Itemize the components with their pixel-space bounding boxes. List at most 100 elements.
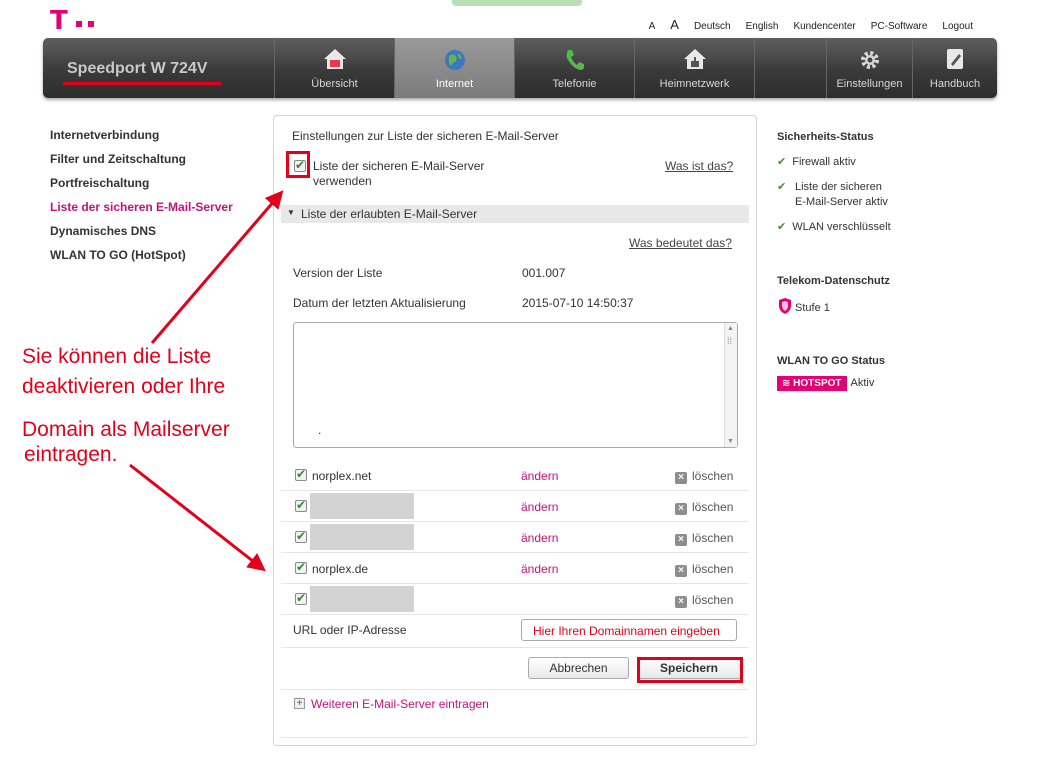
- nav-handbuch[interactable]: Handbuch: [912, 38, 997, 98]
- add-more-servers-link[interactable]: Weiteren E-Mail-Server eintragen: [311, 697, 489, 711]
- pc-software-link[interactable]: PC-Software: [871, 21, 928, 32]
- version-value: 001.007: [522, 266, 566, 280]
- server-list-textarea[interactable]: . ▲ ⁞⁞ ▼: [293, 322, 738, 448]
- nav-heimnetzwerk[interactable]: Heimnetzwerk: [634, 38, 754, 98]
- delete-x-icon: ×: [675, 565, 687, 577]
- date-label: Datum der letzten Aktualisierung: [293, 296, 466, 310]
- sidebar-item-dynamic-dns[interactable]: Dynamisches DNS: [50, 224, 233, 248]
- version-label: Version der Liste: [293, 266, 383, 280]
- sidebar-item-filter[interactable]: Filter und Zeitschaltung: [50, 152, 233, 176]
- sidebar-item-portfreischaltung[interactable]: Portfreischaltung: [50, 176, 233, 200]
- kundencenter-link[interactable]: Kundencenter: [793, 21, 855, 32]
- sidebar-menu: Internetverbindung Filter und Zeitschalt…: [50, 128, 233, 272]
- delete-x-icon: ×: [675, 503, 687, 515]
- edit-link[interactable]: ändern: [521, 531, 558, 545]
- cancel-button[interactable]: Abbrechen: [528, 657, 629, 679]
- server-checkbox[interactable]: [295, 529, 307, 543]
- highlight-box-checkbox: [286, 151, 310, 178]
- hotspot-status-title: WLAN TO GO Status: [777, 355, 885, 367]
- nav-internet[interactable]: Internet: [394, 38, 514, 98]
- divider: [281, 647, 749, 648]
- allowed-servers-section-header[interactable]: ▼ Liste der erlaubten E-Mail-Server: [281, 205, 749, 223]
- delete-x-icon: ×: [675, 596, 687, 608]
- server-row: norplex.de ändern ×löschen: [281, 553, 749, 584]
- server-checkbox[interactable]: [295, 498, 307, 512]
- server-checkbox[interactable]: [295, 467, 307, 481]
- hotspot-badge: ≋ HOTSPOT: [777, 376, 847, 391]
- home-icon: [323, 48, 347, 74]
- server-checkbox[interactable]: [295, 591, 307, 605]
- sidebar-item-safe-mail-servers[interactable]: Liste der sicheren E-Mail-Server: [50, 200, 233, 224]
- gear-icon: [858, 48, 882, 76]
- font-small-link[interactable]: A: [649, 21, 656, 32]
- privacy-title: Telekom-Datenschutz: [777, 275, 890, 287]
- what-is-that-link[interactable]: Was ist das?: [665, 159, 733, 173]
- divider: [281, 689, 749, 690]
- check-icon: ✔: [777, 221, 787, 233]
- highlight-box-save: [637, 657, 743, 683]
- logout-link[interactable]: Logout: [942, 21, 973, 32]
- privacy-level[interactable]: Stufe 1: [777, 297, 830, 315]
- use-list-label: Liste der sicheren E-Mail-Server verwend…: [313, 159, 485, 188]
- hotspot-status: ≋ HOTSPOT Aktiv: [777, 376, 874, 391]
- delete-button[interactable]: × löschen: [675, 531, 733, 546]
- delete-x-icon: ×: [675, 472, 687, 484]
- server-checkbox[interactable]: [295, 560, 307, 574]
- device-name-underline: [63, 82, 221, 85]
- expand-plus-icon[interactable]: +: [294, 698, 305, 709]
- edit-link[interactable]: ändern: [521, 469, 558, 483]
- shield-icon: [779, 298, 791, 314]
- font-large-link[interactable]: A: [670, 17, 679, 32]
- redacted-domain: [310, 586, 414, 612]
- globe-icon: [443, 48, 467, 76]
- home-network-icon: [683, 48, 707, 74]
- status-wlan: ✔ WLAN verschlüsselt: [777, 221, 891, 233]
- book-icon: [945, 48, 965, 74]
- server-row: norplex.net ändern ×löschen: [281, 460, 749, 491]
- sidebar-item-internetverbindung[interactable]: Internetverbindung: [50, 128, 233, 152]
- url-input-value: Hier Ihren Domainnamen eingeben: [533, 624, 720, 638]
- security-status-title: Sicherheits-Status: [777, 131, 874, 143]
- status-safe-list: ✔ Liste der sicheren E-Mail-Server aktiv: [777, 181, 888, 208]
- delete-button[interactable]: × löschen: [675, 593, 733, 608]
- lang-english-link[interactable]: English: [746, 21, 779, 32]
- delete-button[interactable]: × löschen: [675, 562, 733, 577]
- annotation-text-1: Sie können die Liste deaktivieren oder I…: [22, 345, 226, 398]
- server-row: ändern ×löschen: [281, 491, 749, 522]
- edit-link[interactable]: ändern: [521, 500, 558, 514]
- status-firewall: ✔ Firewall aktiv: [777, 156, 856, 168]
- divider: [281, 737, 749, 738]
- textarea-scrollbar[interactable]: ▲ ⁞⁞ ▼: [724, 323, 737, 447]
- what-does-it-mean-link[interactable]: Was bedeutet das?: [629, 236, 732, 250]
- textarea-content: .: [318, 423, 322, 437]
- arrow-to-input: [129, 463, 266, 572]
- check-icon: ✔: [777, 181, 787, 193]
- delete-button[interactable]: × löschen: [675, 500, 733, 515]
- server-row: ändern ×löschen: [281, 522, 749, 553]
- annotation-text-2: Domain als Mailserver eintragen.: [22, 418, 230, 466]
- telekom-logo[interactable]: T: [50, 6, 94, 36]
- sidebar-item-wlan-to-go[interactable]: WLAN TO GO (HotSpot): [50, 248, 233, 272]
- device-name: Speedport W 724V: [67, 60, 208, 77]
- notification-tab: [452, 0, 582, 6]
- main-nav-bar: Speedport W 724V Übersicht Internet Tele…: [43, 38, 997, 98]
- lang-deutsch-link[interactable]: Deutsch: [694, 21, 731, 32]
- nav-empty-slot: [754, 38, 826, 98]
- delete-x-icon: ×: [675, 534, 687, 546]
- date-value: 2015-07-10 14:50:37: [522, 296, 634, 310]
- server-row: ×löschen: [281, 584, 749, 615]
- redacted-domain: [310, 524, 414, 550]
- nav-einstellungen[interactable]: Einstellungen: [826, 38, 912, 98]
- collapse-arrow-icon: ▼: [287, 208, 295, 217]
- check-icon: ✔: [777, 156, 787, 168]
- edit-link[interactable]: ändern: [521, 562, 558, 576]
- url-label: URL oder IP-Adresse: [293, 623, 407, 637]
- url-input[interactable]: Hier Ihren Domainnamen eingeben: [521, 619, 737, 641]
- top-links: A A Deutsch English Kundencenter PC-Soft…: [649, 17, 973, 32]
- nav-telefonie[interactable]: Telefonie: [514, 38, 634, 98]
- settings-panel: Einstellungen zur Liste der sicheren E-M…: [273, 115, 757, 746]
- panel-title: Einstellungen zur Liste der sicheren E-M…: [292, 129, 559, 143]
- phone-icon: [564, 48, 586, 76]
- delete-button[interactable]: × löschen: [675, 469, 733, 484]
- nav-uebersicht[interactable]: Übersicht: [274, 38, 394, 98]
